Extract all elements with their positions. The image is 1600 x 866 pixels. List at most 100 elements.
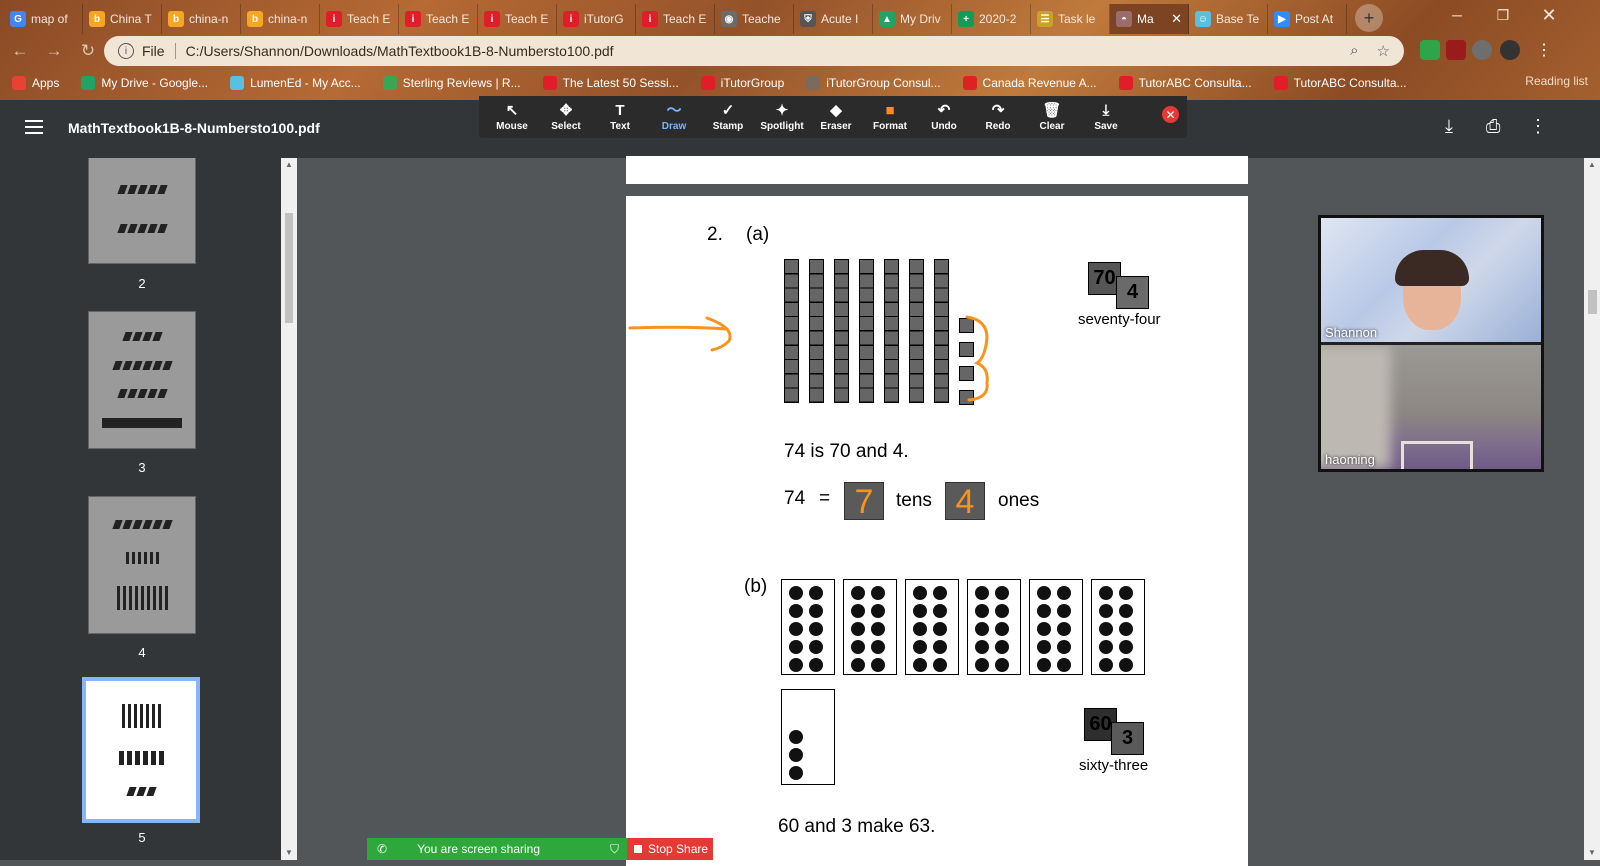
sidebar-scroll-thumb[interactable]: [285, 213, 293, 323]
select-icon: ✥: [559, 102, 573, 119]
bookmark-item[interactable]: TutorABC Consulta...: [1273, 76, 1407, 90]
close-annotation-icon[interactable]: ✕: [1162, 106, 1179, 123]
tool-spotlight[interactable]: ✦ Spotlight: [755, 102, 809, 132]
new-tab-button[interactable]: +: [1355, 4, 1383, 32]
scroll-up-arrow-icon[interactable]: ▲: [1588, 160, 1596, 169]
video-tile[interactable]: haoming: [1321, 345, 1541, 469]
tool-clear[interactable]: 🗑 Clear: [1025, 102, 1079, 132]
bookmark-item[interactable]: LumenEd - My Acc...: [230, 76, 361, 90]
extension-ublock-icon[interactable]: [1446, 40, 1466, 60]
profile-avatar[interactable]: [1500, 40, 1520, 60]
participant-chair: [1401, 441, 1473, 469]
reading-list[interactable]: Reading list: [1525, 74, 1588, 88]
viewer-scroll-thumb[interactable]: [1588, 290, 1597, 314]
thumbnail-page-4[interactable]: [88, 496, 196, 634]
minimize-button[interactable]: ─: [1434, 0, 1480, 30]
tool-redo[interactable]: ↷ Redo: [971, 102, 1025, 132]
thumb-row: [121, 703, 161, 728]
bookmark-item[interactable]: iTutorGroup Consul...: [806, 76, 941, 90]
thumbnail-page-3[interactable]: [88, 311, 196, 449]
tool-format[interactable]: ■ Format: [863, 102, 917, 132]
tool-draw[interactable]: 〜 Draw: [647, 102, 701, 132]
tab-17[interactable]: ▶ Post At: [1268, 4, 1347, 34]
tool-save[interactable]: ⤓ Save: [1079, 102, 1133, 132]
browser-menu-icon[interactable]: ⋮: [1534, 40, 1554, 60]
participant-hair: [1395, 250, 1469, 286]
tab-8[interactable]: i iTutorG: [557, 4, 636, 34]
bookmark-item[interactable]: Sterling Reviews | R...: [382, 76, 521, 90]
scroll-up-arrow-icon[interactable]: ▲: [285, 160, 293, 169]
bookmark-item[interactable]: Canada Revenue A...: [962, 76, 1097, 90]
address-bar[interactable]: i File C:/Users/Shannon/Downloads/MathTe…: [104, 36, 1404, 66]
close-window-button[interactable]: ✕: [1526, 0, 1572, 30]
tool-text[interactable]: T Text: [593, 102, 647, 132]
eraser-icon: ◆: [830, 102, 842, 119]
tab-11[interactable]: ⛨ Acute I: [794, 4, 873, 34]
tab-title: Teach E: [426, 12, 470, 26]
tab-9[interactable]: i Teach E: [636, 4, 715, 34]
bookmark-item[interactable]: My Drive - Google...: [81, 76, 208, 90]
tab-4[interactable]: b china-n: [241, 4, 320, 34]
tab-1[interactable]: Gmap of: [4, 4, 83, 34]
viewer-scrollbar[interactable]: ▲ ▼: [1584, 158, 1600, 860]
more-options-icon[interactable]: ⋮: [1529, 116, 1547, 137]
tab-favicon-icon: i: [484, 11, 500, 27]
tab-title: Post At: [1295, 12, 1334, 26]
tab-favicon-icon: i: [642, 11, 658, 27]
tool-eraser[interactable]: ◆ Eraser: [809, 102, 863, 132]
bookmark-item[interactable]: iTutorGroup: [700, 76, 784, 90]
drawn-arrow: [628, 316, 732, 352]
menu-icon[interactable]: [25, 120, 43, 134]
sidebar-scrollbar[interactable]: ▲ ▼: [281, 158, 297, 860]
tool-mouse[interactable]: ↖ Mouse: [485, 102, 539, 132]
reload-button[interactable]: ↻: [74, 37, 102, 65]
info-icon[interactable]: i: [118, 43, 134, 59]
bookmark-item[interactable]: The Latest 50 Sessi...: [542, 76, 679, 90]
tab-13[interactable]: +2020-2: [952, 4, 1031, 34]
tab-favicon-icon: ◓: [1116, 11, 1132, 27]
zoom-icon[interactable]: ⌕: [1350, 42, 1358, 60]
tab-strip: Gmap of b China Tb china-n b china-n i Teach Ei…: [0, 0, 1600, 34]
tab-2[interactable]: b China T: [83, 4, 162, 34]
tab-3[interactable]: b china-n: [162, 4, 241, 34]
thumbnail-page-number: 4: [138, 645, 146, 660]
tab-5[interactable]: i Teach E: [320, 4, 399, 34]
tool-label: Clear: [1039, 121, 1065, 132]
scroll-down-arrow-icon[interactable]: ▼: [285, 848, 293, 857]
tab-14[interactable]: ☰ Task le: [1031, 4, 1110, 34]
stop-share-button[interactable]: Stop Share: [627, 838, 713, 860]
video-tile[interactable]: Shannon: [1321, 218, 1541, 342]
bookmark-favicon-icon: [700, 76, 715, 90]
back-button[interactable]: ←: [6, 37, 34, 65]
tab-10[interactable]: ◉ Teache: [715, 4, 794, 34]
tool-stamp[interactable]: ✓ Stamp: [701, 102, 755, 132]
tab-15[interactable]: ◓ Ma ✕: [1110, 4, 1189, 34]
bookmark-label: LumenEd - My Acc...: [250, 76, 361, 90]
tab-6[interactable]: i Teach E: [399, 4, 478, 34]
scroll-down-arrow-icon[interactable]: ▼: [1588, 848, 1596, 857]
redo-icon: ↷: [991, 102, 1005, 119]
bookmark-favicon-icon: [1118, 76, 1133, 90]
tab-12[interactable]: ▲ My Driv: [873, 4, 952, 34]
extensions-puzzle-icon[interactable]: [1472, 40, 1492, 60]
tool-select[interactable]: ✥ Select: [539, 102, 593, 132]
download-icon[interactable]: ⤓: [1445, 116, 1453, 137]
tab-close-icon[interactable]: ✕: [1171, 11, 1182, 27]
thumbnail-page-2[interactable]: [88, 158, 196, 264]
bookmark-star-icon[interactable]: ☆: [1377, 42, 1390, 60]
print-icon[interactable]: ⎙: [1486, 116, 1500, 137]
thumb-row: [118, 750, 164, 765]
bookmark-item[interactable]: Apps: [12, 76, 59, 90]
tab-7[interactable]: i Teach E: [478, 4, 557, 34]
maximize-button[interactable]: ❐: [1480, 0, 1526, 30]
forward-button[interactable]: →: [40, 37, 68, 65]
tool-label: Eraser: [820, 121, 852, 132]
extension-evernote-icon[interactable]: [1420, 40, 1440, 60]
tool-undo[interactable]: ↶ Undo: [917, 102, 971, 132]
tab-favicon-icon: G: [10, 11, 26, 27]
tab-favicon-icon: i: [405, 11, 421, 27]
tab-16[interactable]: ☺ Base Te: [1189, 4, 1268, 34]
bookmark-item[interactable]: TutorABC Consulta...: [1118, 76, 1252, 90]
tab-title: china-n: [189, 12, 229, 26]
thumbnail-page-5[interactable]: [82, 677, 200, 823]
